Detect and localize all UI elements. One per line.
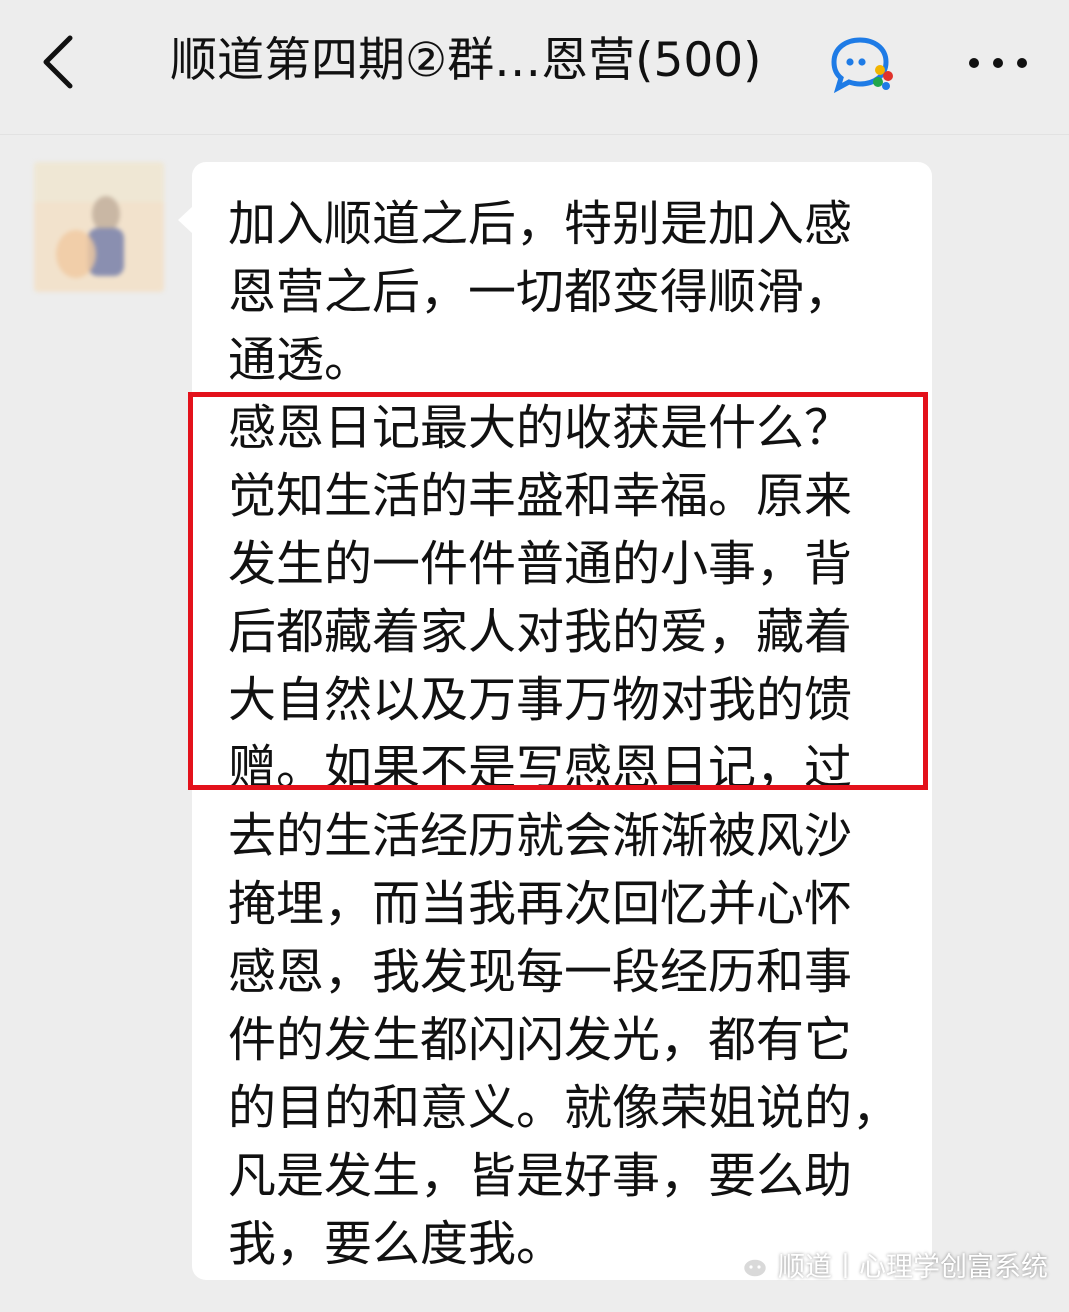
wechat-icon xyxy=(727,1248,769,1279)
chat-title: 顺道第四期②群…恩营(500) xyxy=(170,33,762,88)
message-line: 发生的一件件普通的小事，背 xyxy=(228,536,853,592)
message-line: 掩埋，而当我再次回忆并心怀 xyxy=(228,876,853,932)
chevron-left-icon xyxy=(43,35,73,89)
watermark: 顺道丨心理学创富系统 xyxy=(726,1242,1048,1286)
message-line: 赠。如果不是写感恩日记，过 xyxy=(228,740,853,796)
chat-header: 顺道第四期②群…恩营(500) xyxy=(0,0,1069,135)
blurred-avatar xyxy=(34,162,164,292)
bubble-tail xyxy=(178,206,193,234)
message-line: 后都藏着家人对我的爱，藏着 xyxy=(228,604,853,660)
message-line: 凡是发生，皆是好事，要么助 xyxy=(228,1148,853,1204)
back-button[interactable] xyxy=(28,30,88,94)
more-dots-icon xyxy=(969,58,1027,68)
message-line: 感恩日记最大的收获是什么？ xyxy=(228,400,853,456)
message-line: 觉知生活的丰盛和幸福。原来 xyxy=(228,468,853,524)
message-line: 大自然以及万事万物对我的馈 xyxy=(228,672,853,728)
message-line: 去的生活经历就会渐渐被风沙 xyxy=(228,808,853,864)
message-line: 感恩，我发现每一段经历和事 xyxy=(228,944,853,1000)
message-line: 恩营之后，一切都变得顺滑， xyxy=(228,264,853,320)
more-button[interactable] xyxy=(958,38,1038,88)
chat-bubble-colorful-icon xyxy=(826,34,898,94)
message-line: 件的发生都闪闪发光，都有它 xyxy=(228,1012,853,1068)
message-line: 通透。 xyxy=(228,332,373,388)
watermark-text: 顺道丨心理学创富系统 xyxy=(778,1251,1048,1283)
message-line: 的目的和意义。就像荣姐说的， xyxy=(228,1080,901,1136)
message-line: 加入顺道之后，特别是加入感 xyxy=(228,196,853,252)
message-text: 加入顺道之后，特别是加入感 恩营之后，一切都变得顺滑， 通透。 感恩日记最大的收… xyxy=(228,190,908,1278)
avatar[interactable] xyxy=(34,162,164,292)
